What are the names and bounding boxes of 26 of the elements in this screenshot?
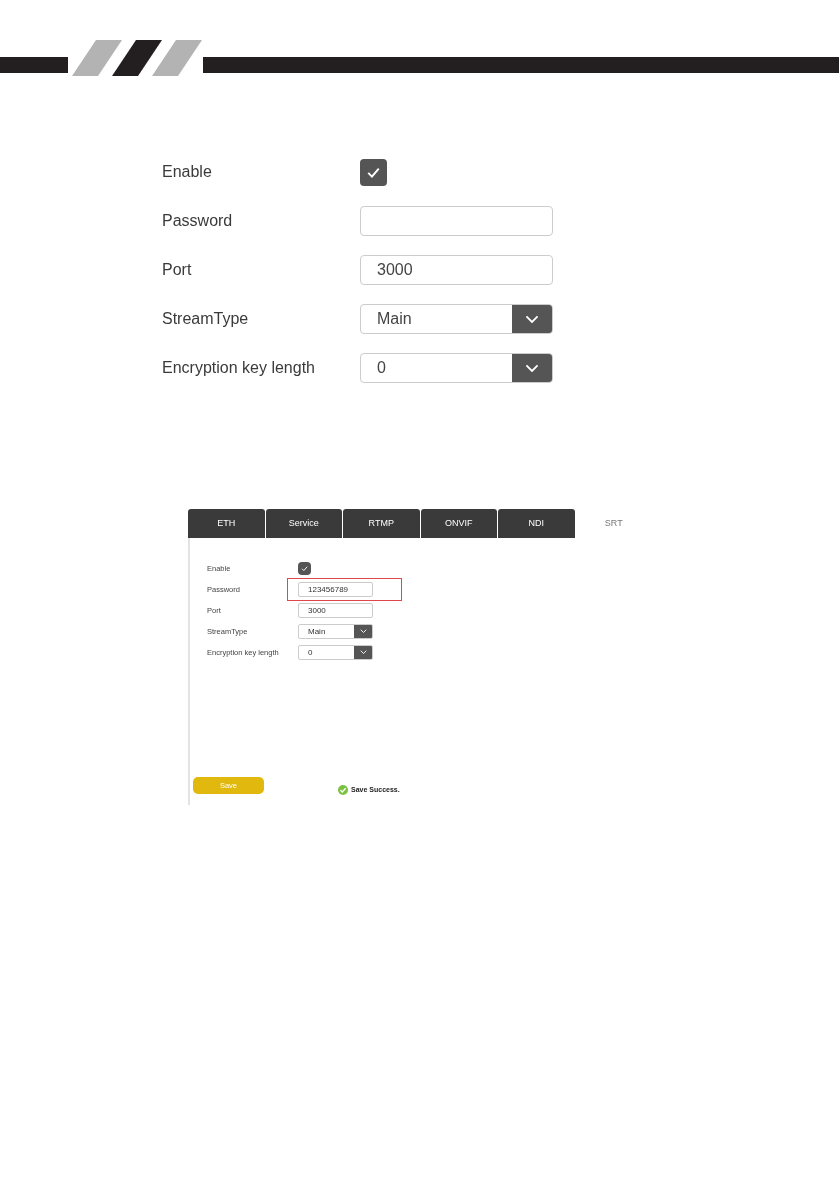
- field-label: Port: [162, 260, 193, 280]
- dropdown[interactable]: Main: [298, 624, 373, 639]
- caret-icon: [354, 646, 372, 659]
- tab[interactable]: NDI: [498, 509, 575, 538]
- field-label: StreamType: [162, 309, 250, 329]
- field-label: Encryption key length: [162, 358, 316, 378]
- field-label: Password: [162, 211, 234, 231]
- dropdown[interactable]: Main: [360, 304, 553, 334]
- tab[interactable]: Service: [265, 509, 342, 538]
- input-field[interactable]: 3000: [298, 603, 373, 618]
- checkmark-icon: [300, 564, 309, 573]
- tab[interactable]: ONVIF: [420, 509, 497, 538]
- caret-icon: [354, 625, 372, 638]
- caret-icon: [512, 305, 552, 333]
- tab[interactable]: RTMP: [343, 509, 420, 538]
- field-label: Enable: [162, 162, 213, 182]
- dropdown[interactable]: 0: [298, 645, 373, 660]
- caret-icon: [512, 354, 552, 382]
- success-icon: [338, 784, 348, 795]
- input-field[interactable]: [360, 206, 553, 236]
- checkbox[interactable]: [298, 562, 311, 575]
- checkbox[interactable]: [360, 158, 387, 186]
- dropdown[interactable]: 0: [360, 353, 553, 383]
- tab[interactable]: ETH: [188, 509, 265, 538]
- input-field[interactable]: 123456789: [298, 582, 373, 597]
- input-field[interactable]: 3000: [360, 255, 553, 285]
